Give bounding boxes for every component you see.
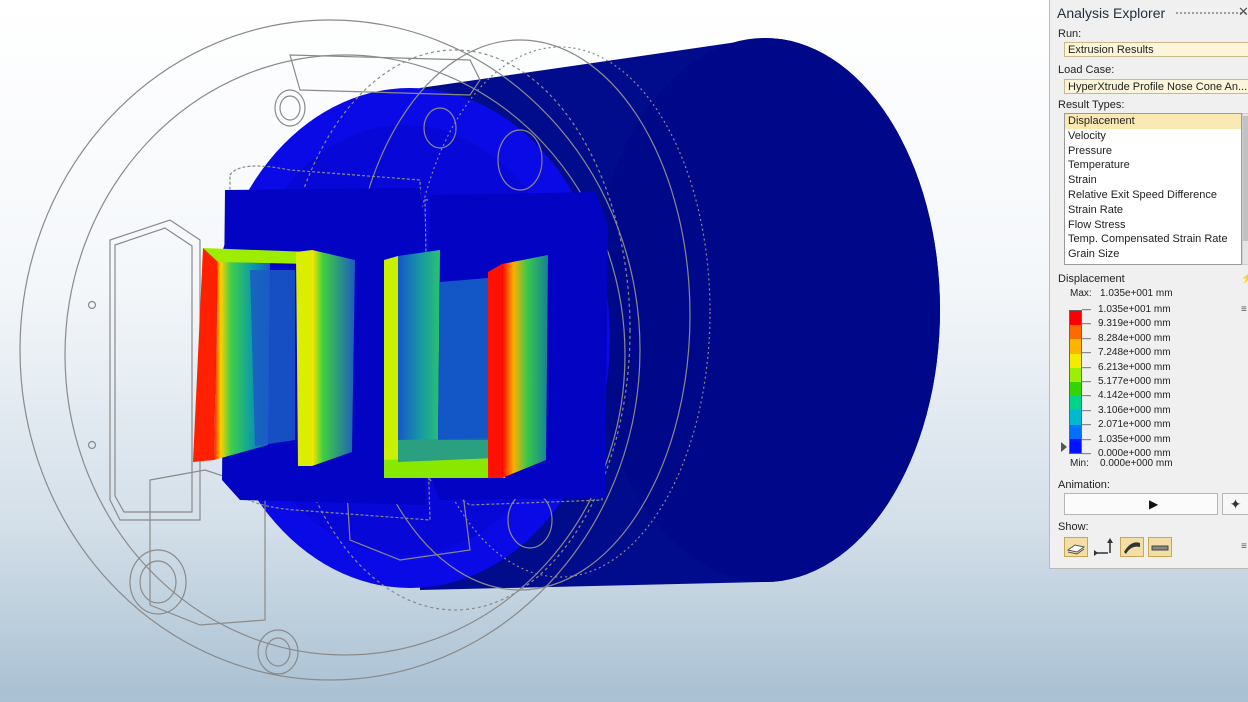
result-type-item[interactable]: Flow Stress [1065,218,1241,233]
analysis-explorer-panel: Analysis Explorer ✕ Run: Extrusion Resul… [1049,0,1248,569]
legend-min-label: Min: [1070,458,1089,469]
legend-tick: — [1082,318,1091,329]
load-case-label: Load Case: [1058,64,1115,76]
legend-max-value: 1.035e+001 mm [1100,288,1173,299]
legend-color-segment [1070,311,1081,326]
legend-min-value: 0.000e+000 mm [1100,458,1173,469]
legend-tick: — [1082,304,1091,314]
legend-value-label: 3.106e+000 mm [1098,404,1171,416]
show-label: Show: [1058,521,1089,533]
legend-value-label: 7.248e+000 mm [1098,347,1171,359]
legend-value-label: 9.319e+000 mm [1098,318,1171,330]
legend-menu-icon[interactable]: ≡ [1241,304,1247,315]
deformed-shape-icon[interactable] [1064,537,1088,557]
result-type-item[interactable]: Grain Size [1065,247,1241,262]
result-types-list[interactable]: Displacement Velocity Pressure Temperature S… [1064,113,1242,265]
run-dropdown[interactable]: Extrusion Results [1064,42,1248,57]
legend-value-label: 1.035e+001 mm [1098,304,1171,315]
close-icon[interactable]: ✕ [1238,4,1248,20]
legend-value-label: 6.213e+000 mm [1098,361,1171,373]
legend-color-segment [1070,325,1081,340]
legend-color-segment [1070,396,1081,411]
animation-label: Animation: [1058,479,1110,491]
legend-max-label: Max: [1070,288,1092,299]
result-type-item[interactable]: Temperature [1065,158,1241,173]
legend-title: Displacement [1058,273,1125,285]
legend-tick: — [1082,390,1091,401]
animation-control[interactable]: ▶ [1064,493,1218,515]
legend-tick: — [1082,347,1091,358]
result-type-item[interactable]: Pressure [1065,144,1241,159]
model-canvas[interactable] [0,0,1049,702]
legend-color-bar [1069,310,1082,454]
legend-value-label: 2.071e+000 mm [1098,419,1171,431]
extruded-profile-right [384,250,548,478]
legend-color-segment [1070,410,1081,426]
result-type-item[interactable]: Temp. Compensated Strain Rate [1065,232,1241,247]
legend-color-segment [1070,353,1081,369]
legend-tick: — [1082,433,1091,444]
legend-tick: — [1082,361,1091,372]
result-types-label: Result Types: [1058,99,1125,111]
legend-value-label: 8.284e+000 mm [1098,332,1171,344]
contour-surface-icon[interactable] [1120,537,1144,557]
result-type-item[interactable]: Displacement [1065,114,1241,129]
load-case-dropdown[interactable]: HyperXtrude Profile Nose Cone An... [1064,79,1248,94]
extruded-profile-left [193,248,355,466]
legend-tick: — [1082,404,1091,415]
legend-value-label: 1.035e+000 mm [1098,433,1171,445]
result-types-scrollbar[interactable] [1242,113,1248,265]
legend-color-segment [1070,438,1081,454]
scale-arrow-icon[interactable] [1092,537,1116,557]
play-icon[interactable]: ▶ [1149,497,1158,511]
legend-tick: — [1082,419,1091,430]
result-type-item[interactable]: Relative Exit Speed Difference [1065,188,1241,203]
legend-value-label: 5.177e+000 mm [1098,376,1171,387]
legend-value-label: 4.142e+000 mm [1098,390,1171,402]
legend-pointer-icon [1061,442,1067,452]
lightning-icon[interactable]: ⚡ [1241,273,1248,284]
show-menu-icon[interactable]: ≡ [1241,541,1247,552]
legend-tick: — [1082,332,1091,343]
legend-color-segment [1070,424,1081,440]
scrollbar-thumb[interactable] [1243,116,1248,241]
legend-color-segment [1070,367,1081,383]
result-type-item[interactable]: Velocity [1065,129,1241,144]
result-type-item[interactable]: Strain [1065,173,1241,188]
legend-tick: — [1082,376,1091,386]
result-type-item[interactable]: Strain Rate [1065,203,1241,218]
flat-plate-icon[interactable] [1148,537,1172,557]
panel-title: Analysis Explorer [1057,5,1166,21]
legend-tick: — [1082,448,1091,458]
legend-color-segment [1070,382,1081,397]
run-label: Run: [1058,28,1082,40]
animation-options-button[interactable]: ✦ [1222,493,1248,515]
legend-color-segment [1070,339,1081,355]
